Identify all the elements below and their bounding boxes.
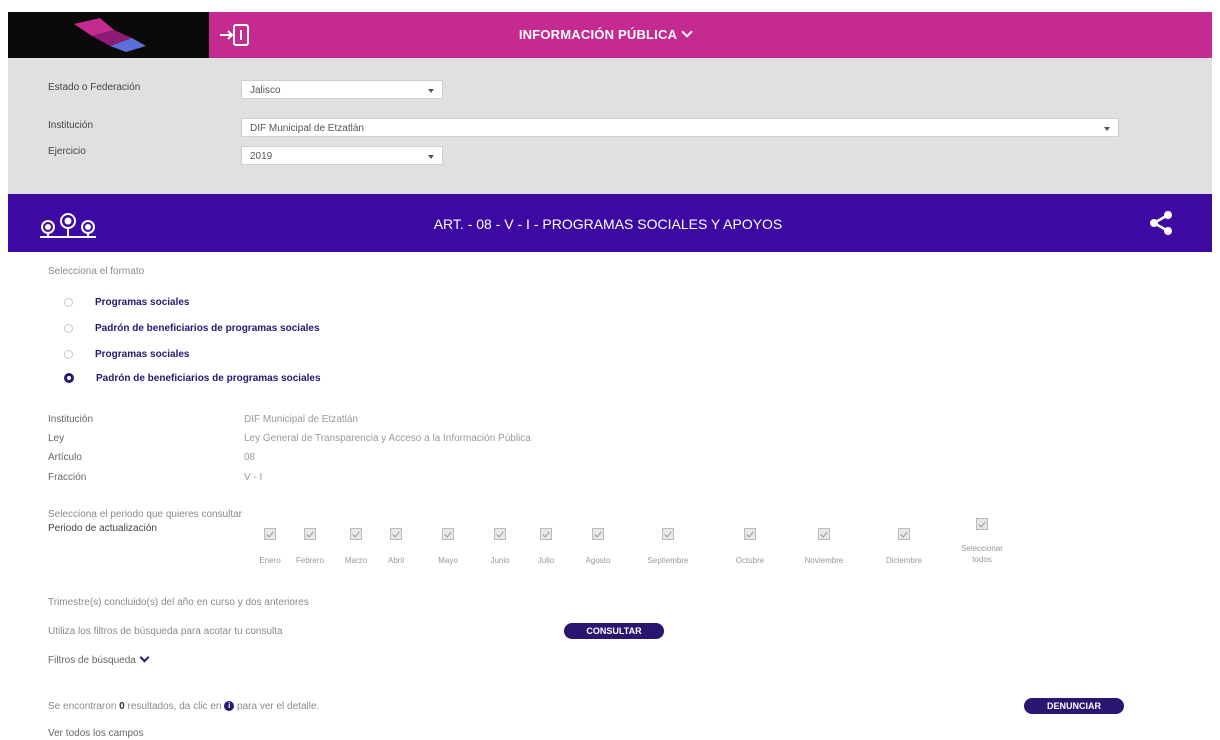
chevron-down-icon xyxy=(681,26,693,38)
estado-select[interactable]: Jalisco xyxy=(241,80,443,99)
period-prompt: Selecciona el periodo que quieres consul… xyxy=(48,509,243,520)
checkbox[interactable] xyxy=(442,528,454,540)
select-all-checkbox[interactable]: Seleccionar todos xyxy=(952,518,1012,564)
meta-ley-value: Ley General de Transparencia y Acceso a … xyxy=(244,433,531,444)
format-option[interactable]: Programas sociales xyxy=(64,294,190,310)
month-label: Mayo xyxy=(438,556,458,565)
institucion-select[interactable]: DIF Municipal de Etzatlán xyxy=(241,118,1119,137)
results-count: 0 xyxy=(119,701,125,712)
checkbox[interactable] xyxy=(898,528,910,540)
results-middle: resultados, da clic en xyxy=(127,701,222,712)
format-option[interactable]: Padrón de beneficiarios de programas soc… xyxy=(64,370,321,386)
filtros-label: Filtros de búsqueda xyxy=(48,655,136,666)
month-checkbox[interactable]: Abril xyxy=(366,528,426,565)
month-checkbox[interactable]: Octubre xyxy=(720,528,780,565)
checkbox[interactable] xyxy=(390,528,402,540)
share-icon[interactable] xyxy=(1148,210,1174,236)
select-all-label: Seleccionar xyxy=(961,544,1003,553)
month-label: Diciembre xyxy=(885,556,922,565)
month-checkbox[interactable]: Noviembre xyxy=(794,528,854,565)
month-label: Julio xyxy=(537,556,555,565)
month-checkbox[interactable]: Agosto xyxy=(568,528,628,565)
meta-fraccion-label: Fracción xyxy=(48,472,87,483)
meta-institucion-value: DIF Municipal de Etzatlán xyxy=(244,414,358,425)
month-checkbox[interactable]: Diciembre xyxy=(874,528,934,565)
checkbox[interactable] xyxy=(662,528,674,540)
month-label: Septiembre xyxy=(647,556,689,565)
info-publica-label: INFORMACIÓN PÚBLICA xyxy=(518,27,678,42)
estado-label: Estado o Federación xyxy=(48,82,141,93)
article-bar: ART. - 08 - V - I - PROGRAMAS SOCIALES Y… xyxy=(8,194,1212,252)
institucion-label: Institución xyxy=(48,120,94,131)
month-label: Noviembre xyxy=(804,556,844,565)
meta-ley-label: Ley xyxy=(48,433,65,444)
select-all-label: todos xyxy=(972,555,992,564)
meta-institucion-label: Institución xyxy=(48,414,94,425)
format-option[interactable]: Programas sociales xyxy=(64,346,190,362)
month-label: Agosto xyxy=(585,556,611,565)
checkbox[interactable] xyxy=(976,518,988,530)
meta-articulo-label: Artículo xyxy=(48,452,82,463)
denunciar-button[interactable]: DENUNCIAR xyxy=(1024,698,1124,714)
format-option-label: Programas sociales xyxy=(95,348,190,360)
chevron-down-icon xyxy=(139,652,150,663)
checkbox[interactable] xyxy=(494,528,506,540)
month-label: Abril xyxy=(387,556,404,565)
results-prefix: Se encontraron xyxy=(48,701,117,712)
search-hint: Utiliza los filtros de búsqueda para aco… xyxy=(48,626,283,637)
format-option[interactable]: Padrón de beneficiarios de programas soc… xyxy=(64,320,320,336)
institucion-value: DIF Municipal de Etzatlán xyxy=(250,123,364,134)
estado-value: Jalisco xyxy=(250,85,281,96)
mx-logo-icon xyxy=(74,18,146,52)
filtros-toggle[interactable]: Filtros de búsqueda xyxy=(48,652,150,666)
format-option-label: Padrón de beneficiarios de programas soc… xyxy=(95,322,320,334)
info-icon: i xyxy=(224,701,235,712)
checkbox[interactable] xyxy=(744,528,756,540)
dropdown-arrow-icon xyxy=(428,155,434,159)
ejercicio-label: Ejercicio xyxy=(48,146,86,157)
meta-articulo-value: 08 xyxy=(244,452,256,463)
consultar-button[interactable]: CONSULTAR xyxy=(564,623,664,639)
checkbox[interactable] xyxy=(540,528,552,540)
checkbox[interactable] xyxy=(592,528,604,540)
results-summary: Se encontraron 0 resultados, da clic en … xyxy=(48,701,319,712)
logo-box[interactable] xyxy=(8,12,209,58)
checkbox[interactable] xyxy=(304,528,316,540)
dropdown-arrow-icon xyxy=(1104,127,1110,131)
ejercicio-select[interactable]: 2019 xyxy=(241,146,443,165)
month-checkbox[interactable]: Mayo xyxy=(418,528,478,565)
login-icon[interactable] xyxy=(218,22,252,48)
dropdown-arrow-icon xyxy=(428,89,434,93)
ejercicio-value: 2019 xyxy=(250,151,273,162)
people-tree-icon xyxy=(40,213,96,238)
radio-button[interactable] xyxy=(64,349,73,359)
period-note: Trimestre(s) concluido(s) del año en cur… xyxy=(48,597,309,608)
ver-todos-link[interactable]: Ver todos los campos xyxy=(48,728,144,739)
format-option-label: Programas sociales xyxy=(95,296,190,308)
checkbox[interactable] xyxy=(818,528,830,540)
format-prompt: Selecciona el formato xyxy=(48,266,145,277)
checkbox[interactable] xyxy=(350,528,362,540)
filter-panel: Estado o Federación Jalisco Institución … xyxy=(8,58,1212,194)
meta-fraccion-value: V - I xyxy=(244,472,263,483)
month-checkbox[interactable]: Julio xyxy=(516,528,576,565)
month-checkbox[interactable]: Septiembre xyxy=(638,528,698,565)
results-suffix: para ver el detalle. xyxy=(237,701,320,712)
radio-button-checked[interactable] xyxy=(64,373,74,383)
top-bar: INFORMACIÓN PÚBLICA xyxy=(0,0,1220,58)
checkbox[interactable] xyxy=(264,528,276,540)
radio-button[interactable] xyxy=(64,323,73,333)
format-option-label: Padrón de beneficiarios de programas soc… xyxy=(96,372,321,384)
radio-button[interactable] xyxy=(64,297,73,307)
info-publica-menu[interactable]: INFORMACIÓN PÚBLICA xyxy=(470,26,740,42)
article-title: ART. - 08 - V - I - PROGRAMAS SOCIALES Y… xyxy=(433,216,783,232)
month-label: Octubre xyxy=(735,556,765,565)
period-label: Periodo de actualización xyxy=(48,523,157,534)
